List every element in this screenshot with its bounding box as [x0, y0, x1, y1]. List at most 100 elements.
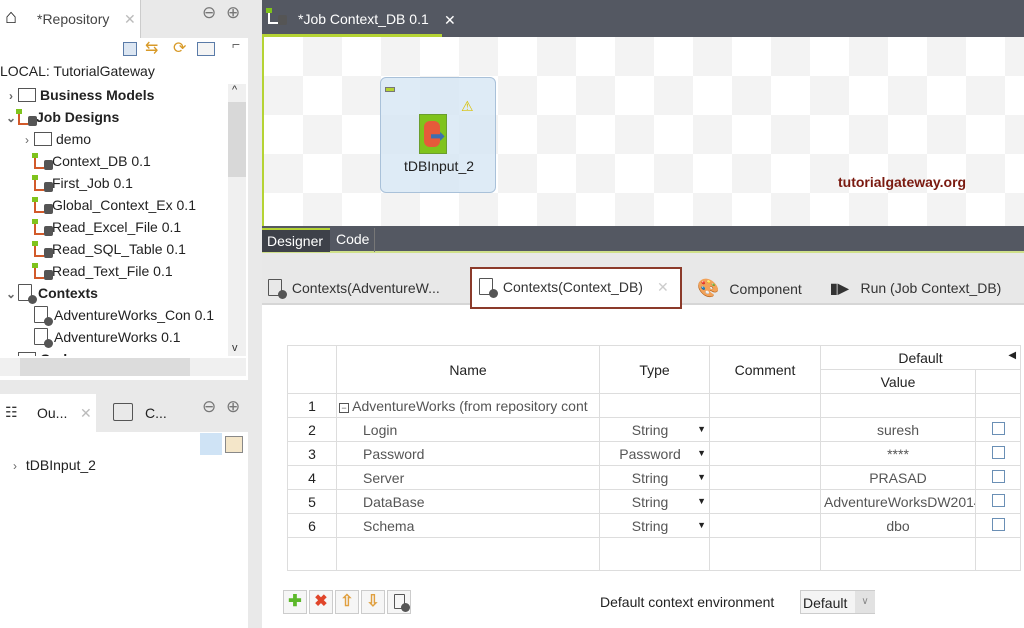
collapse-all-icon[interactable]	[123, 42, 137, 56]
value-cell[interactable]: ****	[820, 441, 976, 466]
tab-contexts-context-db[interactable]: Contexts(Context_DB) ✕	[470, 267, 682, 309]
table-row[interactable]: 4 Server String ▼ PRASAD	[287, 465, 1022, 490]
dropdown-arrow-icon[interactable]: ▼	[697, 496, 706, 506]
value-cell[interactable]: AdventureWorksDW2014	[820, 489, 976, 514]
type-cell[interactable]: Password	[619, 446, 680, 462]
value-cell[interactable]: suresh	[820, 417, 976, 442]
job-editor-tab[interactable]: *Job Context_DB 0.1 ✕	[262, 0, 456, 37]
default-header[interactable]: Default ◀	[819, 345, 1022, 370]
tree-item[interactable]: AdventureWorks 0.1	[20, 326, 181, 348]
move-down-button[interactable]: ⇩	[361, 590, 385, 614]
code-viewer-tab[interactable]: C...	[105, 394, 167, 432]
filter-icon[interactable]	[197, 42, 215, 56]
collapse-arrow-icon[interactable]: ◀	[1008, 350, 1016, 361]
dropdown-arrow-icon[interactable]: ▼	[697, 472, 706, 482]
value-cell[interactable]	[820, 393, 976, 418]
maximize-icon[interactable]: ⊕	[226, 3, 240, 23]
dropdown-arrow-icon[interactable]: ▼	[697, 520, 706, 530]
comment-cell[interactable]	[709, 393, 821, 418]
move-up-button[interactable]: ⇧	[335, 590, 359, 614]
chevron-right-icon[interactable]: ›	[4, 349, 18, 356]
comment-cell[interactable]	[709, 441, 821, 466]
type-cell[interactable]: String	[632, 518, 669, 534]
comment-header[interactable]: Comment	[709, 345, 821, 394]
view-menu-icon[interactable]: ⌐	[232, 36, 240, 52]
prompt-checkbox[interactable]	[991, 517, 1005, 531]
tree-item[interactable]: › Business Models	[4, 84, 154, 106]
tree-item[interactable]: First_Job 0.1	[20, 172, 133, 194]
close-icon[interactable]: ✕	[80, 405, 92, 422]
close-icon[interactable]: ✕	[444, 12, 456, 29]
value-cell[interactable]: PRASAD	[820, 465, 976, 490]
tab-run[interactable]: ▮▶ Run (Job Context_DB)	[830, 270, 1001, 306]
tree-item[interactable]: Read_Excel_File 0.1	[20, 216, 181, 238]
link-editor-icon[interactable]: ⇆	[145, 38, 158, 58]
table-view-icon[interactable]	[225, 436, 243, 453]
name-cell[interactable]: DataBase	[363, 494, 424, 510]
minimize-icon[interactable]: ⊖	[202, 397, 216, 417]
chevron-down-icon[interactable]: ⌄	[4, 283, 18, 305]
type-cell[interactable]: String	[632, 470, 669, 486]
dropdown-arrow-icon[interactable]: ▼	[697, 448, 706, 458]
minimize-icon[interactable]: ⊖	[202, 3, 216, 23]
default-env-select[interactable]: Default ∨	[800, 590, 875, 614]
vertical-scrollbar[interactable]: ^ v	[228, 84, 246, 356]
table-row[interactable]: 5 DataBase String ▼ AdventureWorksDW2014	[287, 489, 1022, 514]
add-button[interactable]: ✚	[283, 590, 307, 614]
tree-item[interactable]: Context_DB 0.1	[20, 150, 151, 172]
name-header[interactable]: Name	[336, 345, 600, 394]
tree-item[interactable]: › Code	[4, 348, 75, 356]
prompt-checkbox[interactable]	[991, 493, 1005, 507]
name-cell[interactable]: Schema	[363, 518, 414, 534]
tree-item[interactable]: ⌄ Job Designs	[4, 106, 119, 128]
table-row[interactable]: 1− AdventureWorks (from repository cont	[287, 393, 1022, 418]
close-icon[interactable]: ✕	[124, 11, 136, 28]
outline-item[interactable]: › tDBInput_2	[8, 457, 96, 473]
table-row[interactable]: 6 Schema String ▼ dbo	[287, 513, 1022, 538]
comment-cell[interactable]	[709, 489, 821, 514]
prompt-checkbox[interactable]	[991, 421, 1005, 435]
chevron-right-icon[interactable]: ›	[4, 85, 18, 107]
name-cell[interactable]: Server	[363, 470, 404, 486]
dropdown-arrow-icon[interactable]: ▼	[697, 424, 706, 434]
designer-canvas[interactable]	[262, 37, 1024, 226]
type-header[interactable]: Type	[599, 345, 710, 394]
value-cell[interactable]: dbo	[820, 513, 976, 538]
table-row[interactable]: 3 Password Password ▼ ****	[287, 441, 1022, 466]
table-row[interactable]: 2 Login String ▼ suresh	[287, 417, 1022, 442]
type-cell[interactable]: String	[632, 422, 669, 438]
prompt-checkbox[interactable]	[991, 469, 1005, 483]
tree-item[interactable]: Read_SQL_Table 0.1	[20, 238, 186, 260]
name-cell[interactable]: AdventureWorks (from repository cont	[352, 398, 588, 414]
name-cell[interactable]: Login	[363, 422, 397, 438]
comment-cell[interactable]	[709, 417, 821, 442]
horizontal-scrollbar[interactable]	[0, 358, 246, 376]
remove-button[interactable]: ✖	[309, 590, 333, 614]
component-node[interactable]: ➡ ⚠ tDBInput_2	[380, 77, 496, 193]
repository-tab[interactable]: ⌂ *Repository ✕	[0, 0, 141, 38]
tree-item[interactable]: Read_Text_File 0.1	[20, 260, 173, 282]
close-icon[interactable]: ✕	[657, 279, 669, 295]
tree-item[interactable]: ⌄ Contexts	[4, 282, 98, 304]
comment-cell[interactable]	[709, 513, 821, 538]
tree-item[interactable]: AdventureWorks_Con 0.1	[20, 304, 214, 326]
tree-item[interactable]: › demo	[20, 128, 91, 150]
chevron-right-icon[interactable]: ›	[20, 129, 34, 151]
manage-contexts-button[interactable]	[387, 590, 411, 614]
maximize-icon[interactable]: ⊕	[226, 397, 240, 417]
prompt-checkbox[interactable]	[991, 445, 1005, 459]
code-tab[interactable]: Code	[331, 228, 375, 252]
repository-tree: › Business Models ⌄ Job Designs › demo Context…	[0, 84, 228, 356]
tree-item[interactable]: Global_Context_Ex 0.1	[20, 194, 196, 216]
comment-cell[interactable]	[709, 465, 821, 490]
refresh-icon[interactable]: ⟳	[173, 38, 186, 58]
collapse-group-icon[interactable]: −	[339, 402, 349, 413]
tab-component[interactable]: 🎨 Component	[697, 270, 802, 306]
type-cell[interactable]: String	[632, 494, 669, 510]
sash-divider[interactable]	[248, 0, 262, 628]
designer-tab[interactable]: Designer	[262, 228, 330, 252]
name-cell[interactable]: Password	[363, 446, 424, 462]
tab-contexts-adventureworks[interactable]: Contexts(AdventureW...	[268, 270, 440, 306]
outline-tab[interactable]: ☷ Ou... ✕	[0, 394, 96, 432]
tree-view-icon[interactable]	[200, 433, 222, 455]
